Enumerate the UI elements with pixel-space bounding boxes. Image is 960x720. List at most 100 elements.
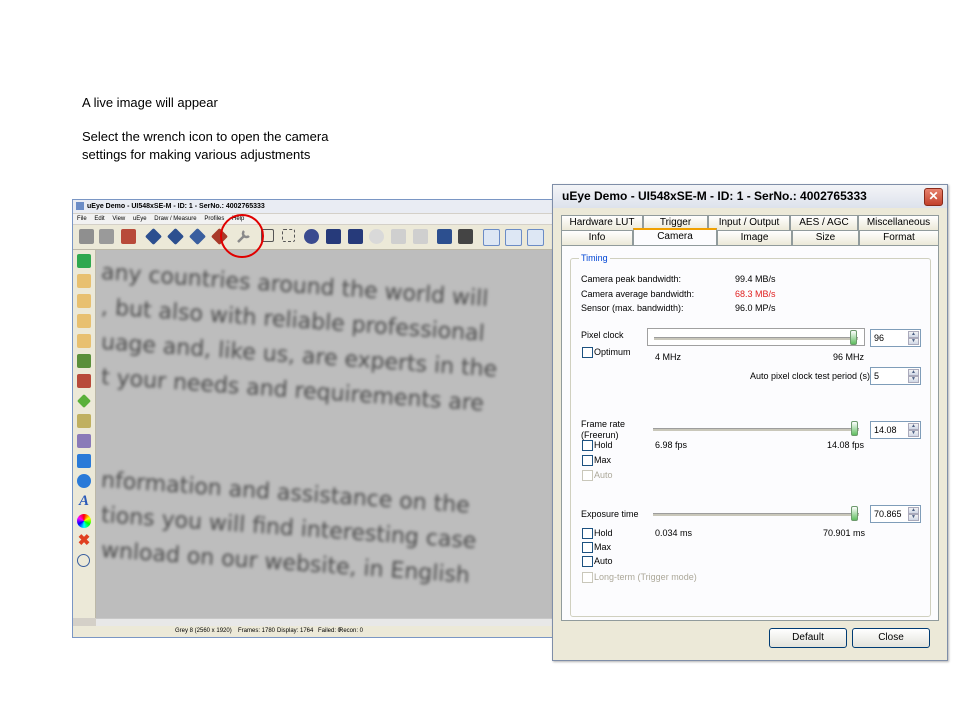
frame-rate-thumb[interactable] (851, 421, 858, 436)
close-icon[interactable]: ✕ (924, 188, 943, 206)
frame-rate-auto-checkbox[interactable] (582, 470, 593, 481)
instruction-line-2: Select the wrench icon to open the camer… (82, 129, 329, 144)
pixel-clock-value: 96 (874, 333, 885, 343)
status-recon: Recon: 0 (339, 628, 364, 634)
exposure-spinbox[interactable]: 70.865 ▲ ▼ (870, 505, 921, 523)
freeze-icon[interactable] (167, 228, 184, 245)
spin-up-icon[interactable]: ▲ (908, 369, 919, 376)
horizontal-scrollbar[interactable] (96, 618, 565, 626)
zoom-icon[interactable] (413, 229, 428, 244)
exposure-hold-label: Hold (594, 528, 613, 538)
frame-rate-max-label: Max (594, 455, 612, 465)
longterm-checkbox[interactable] (582, 572, 593, 583)
longterm-label: Long-term (Trigger mode) (594, 572, 697, 582)
exposure-slider[interactable] (647, 505, 865, 523)
marker-icon[interactable] (77, 374, 91, 388)
tab-input-output[interactable]: Input / Output (708, 215, 790, 230)
exposure-max-checkbox[interactable] (582, 542, 593, 553)
pixel-clock-min: 4 MHz (655, 352, 682, 362)
frame-rate-slider[interactable] (647, 420, 865, 438)
menu-draw-measure[interactable]: Draw / Measure (154, 216, 196, 222)
spin-down-icon[interactable]: ▼ (908, 430, 919, 437)
measure-icon[interactable] (77, 434, 91, 448)
exposure-hold-checkbox[interactable] (582, 528, 593, 539)
color-picker-icon[interactable] (77, 514, 91, 528)
chart-icon[interactable] (483, 229, 500, 246)
camera-close-icon[interactable] (99, 229, 114, 244)
movie-icon[interactable] (458, 229, 473, 244)
frame-rate-spinbox[interactable]: 14.08 ▲ ▼ (870, 421, 921, 439)
status-frames: Frames: 1780 (238, 628, 276, 634)
tab-miscellaneous[interactable]: Miscellaneous (858, 215, 939, 230)
spin-down-icon[interactable]: ▼ (908, 514, 919, 521)
test-period-label: Auto pixel clock test period (s) (750, 371, 871, 381)
test-period-spinbox[interactable]: 5 ▲ ▼ (870, 367, 921, 385)
aoi-select-icon[interactable] (282, 229, 295, 242)
app-menubar: File Edit View uEye Draw / Measure Profi… (73, 214, 565, 224)
ellipse-icon[interactable] (77, 474, 91, 488)
camera-open-icon[interactable] (79, 229, 94, 244)
status-format: Grey 8 (2560 x 1920) (175, 628, 232, 634)
crosshair-icon[interactable] (77, 354, 91, 368)
zoom-1-4-icon[interactable] (77, 314, 91, 328)
menu-ueye[interactable]: uEye (133, 216, 147, 222)
menu-file[interactable]: File (77, 216, 87, 222)
face-icon[interactable] (304, 229, 319, 244)
average-bandwidth-value: 68.3 MB/s (735, 289, 776, 299)
tab-info[interactable]: Info (561, 230, 633, 245)
expand-icon[interactable] (77, 554, 90, 567)
spin-arrows: ▲ ▼ (908, 423, 919, 437)
tab-aes-agc[interactable]: AES / AGC (790, 215, 858, 230)
spin-up-icon[interactable]: ▲ (908, 331, 919, 338)
overlay-icon[interactable] (527, 229, 544, 246)
display-mode-icon[interactable] (189, 228, 206, 245)
tab-format[interactable]: Format (859, 230, 939, 245)
pencil-icon[interactable] (77, 394, 91, 408)
pixel-clock-spinbox[interactable]: 96 ▲ ▼ (870, 329, 921, 347)
save-icon[interactable] (437, 229, 452, 244)
spin-up-icon[interactable]: ▲ (908, 507, 919, 514)
zoom-1-2-icon[interactable] (77, 294, 91, 308)
rectangle-icon[interactable] (77, 454, 91, 468)
frame-rate-max-checkbox[interactable] (582, 455, 593, 466)
exposure-min: 0.034 ms (655, 528, 693, 538)
optimum-checkbox[interactable] (582, 347, 593, 358)
pixel-clock-thumb[interactable] (850, 330, 857, 345)
zoom-1-1-icon[interactable] (77, 274, 91, 288)
line-view-icon[interactable] (391, 229, 406, 244)
menu-profiles[interactable]: Profiles (204, 216, 224, 222)
fit-window-icon[interactable] (77, 254, 91, 268)
polygon-icon[interactable] (77, 414, 91, 428)
frame-rate-hold-checkbox[interactable] (582, 440, 593, 451)
tab-image[interactable]: Image (717, 230, 792, 245)
menu-edit[interactable]: Edit (94, 216, 104, 222)
hotpixel-icon[interactable] (326, 229, 341, 244)
camera-settings-dialog: uEye Demo - UI548xSE-M - ID: 1 - SerNo.:… (552, 184, 948, 661)
menu-view[interactable]: View (112, 216, 125, 222)
snapshot-icon[interactable] (145, 228, 162, 245)
spin-down-icon[interactable]: ▼ (908, 338, 919, 345)
exposure-max: 70.901 ms (823, 528, 866, 538)
histogram-icon[interactable] (369, 229, 384, 244)
frame-rate-auto-label: Auto (594, 470, 613, 480)
text-tool-icon[interactable]: A (77, 494, 91, 509)
app-title: uEye Demo - UI548xSE-M - ID: 1 - SerNo.:… (87, 203, 265, 210)
pixel-clock-slider[interactable] (647, 328, 865, 346)
tab-hardware-lut[interactable]: Hardware LUT (561, 215, 643, 230)
camera-live-icon[interactable] (121, 229, 136, 244)
default-button[interactable]: Default (769, 628, 847, 648)
delete-icon[interactable]: ✖ (77, 533, 91, 548)
live-image[interactable]: any countries around the world will , bu… (96, 250, 565, 618)
window-icon[interactable] (505, 229, 522, 246)
hotpixel-edit-icon[interactable] (348, 229, 363, 244)
exposure-thumb[interactable] (851, 506, 858, 521)
status-display: Display: 1764 (277, 628, 314, 634)
spin-down-icon[interactable]: ▼ (908, 376, 919, 383)
tab-camera[interactable]: Camera (633, 228, 717, 245)
zoom-2-1-icon[interactable] (77, 334, 91, 348)
close-button[interactable]: Close (852, 628, 930, 648)
spin-up-icon[interactable]: ▲ (908, 423, 919, 430)
tab-size[interactable]: Size (792, 230, 859, 245)
status-failed: Failed: 0 (318, 628, 342, 634)
exposure-auto-checkbox[interactable] (582, 556, 593, 567)
